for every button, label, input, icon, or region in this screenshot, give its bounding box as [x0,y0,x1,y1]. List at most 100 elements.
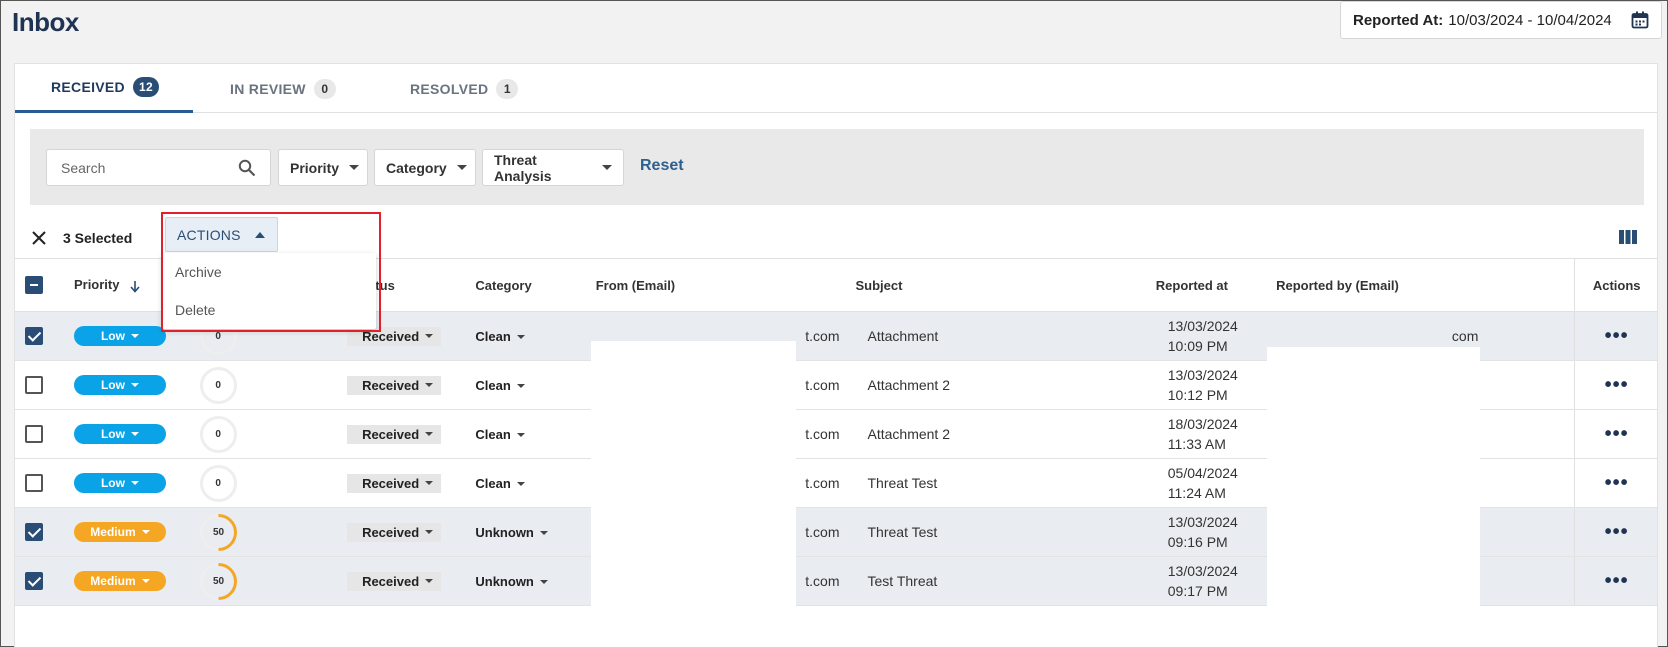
priority-badge-label: Low [100,378,125,392]
reset-filters-link[interactable]: Reset [640,157,684,175]
reported-at-cell: 18/03/2024 11:33 AM [1145,409,1267,459]
category-cell: Clean [465,360,586,410]
priority-badge[interactable]: Medium [73,571,166,591]
more-options-icon[interactable]: ••• [1605,374,1629,396]
menu-item-delete[interactable]: Delete [162,291,376,329]
row-checkbox[interactable] [25,376,43,395]
caret-down-icon [141,579,150,583]
category-header[interactable]: Category [465,258,586,312]
status-dropdown[interactable]: Received [347,375,442,395]
menu-item-archive[interactable]: Archive [162,253,376,291]
status-dropdown[interactable]: Received [347,571,442,591]
category-dropdown[interactable]: Unknown [475,574,548,589]
reported-at-cell: 13/03/2024 09:16 PM [1145,507,1267,557]
from-email: t.com [805,524,840,540]
date-range-value: 10/03/2024 - 10/04/2024 [1448,11,1612,29]
priority-cell: Low [63,409,190,459]
subject-cell: Attachment [845,311,1146,361]
priority-filter-dropdown[interactable]: Priority [278,149,368,186]
threat-score-gauge: 0 [199,415,237,453]
row-select-cell [15,458,64,508]
threat-analysis-filter-dropdown[interactable]: Threat Analysis [482,149,624,186]
priority-badge-label: Low [100,329,125,343]
status-cell: Received [345,409,466,459]
priority-badge[interactable]: Low [73,375,166,395]
subject-text[interactable]: Attachment 2 [868,377,951,393]
tab-count-badge: 0 [313,78,336,99]
priority-cell: Medium [63,556,190,606]
reported-date: 05/04/2024 [1167,465,1238,481]
subject-text[interactable]: Attachment 2 [868,426,951,442]
subject-text[interactable]: Threat Test [868,524,938,540]
actions-button[interactable]: ACTIONS [165,217,278,252]
row-checkbox[interactable] [25,425,43,444]
category-value: Unknown [475,525,534,540]
status-dropdown[interactable]: Received [347,326,442,346]
caret-down-icon [539,530,548,535]
row-checkbox[interactable] [25,474,43,493]
category-dropdown[interactable]: Clean [475,378,525,393]
tab-label: IN REVIEW [230,80,306,97]
more-options-icon[interactable]: ••• [1605,472,1629,494]
tab-in-review[interactable]: IN REVIEW 0 [230,64,336,113]
caret-down-icon [425,334,434,338]
category-dropdown[interactable]: Clean [475,427,525,442]
row-checkbox[interactable] [25,523,43,542]
category-filter-dropdown[interactable]: Category [374,149,476,186]
caret-down-icon [425,481,434,485]
from-header[interactable]: From (Email) [585,258,846,312]
status-dropdown[interactable]: Received [347,424,442,444]
columns-icon[interactable] [1619,229,1637,245]
threat-score-value: 0 [215,477,221,489]
row-checkbox[interactable] [25,572,43,591]
more-options-icon[interactable]: ••• [1605,570,1629,592]
reported-by-header[interactable]: Reported by (Email) [1266,258,1575,312]
subject-cell: Threat Test [845,507,1146,557]
tab-label: RESOLVED [410,80,489,97]
select-all-checkbox[interactable] [25,276,43,294]
tab-received[interactable]: RECEIVED 12 [15,64,193,113]
reported-at-cell: 13/03/2024 09:17 PM [1145,556,1267,606]
subject-text[interactable]: Attachment [868,328,939,344]
search-icon[interactable] [238,159,256,177]
priority-badge[interactable]: Low [73,424,166,444]
category-dropdown[interactable]: Clean [475,476,525,491]
search-input[interactable]: Search [46,149,271,186]
status-value: Received [362,328,420,344]
actions-header: Actions [1574,258,1657,312]
more-options-icon[interactable]: ••• [1605,521,1629,543]
subject-cell: Attachment 2 [845,360,1146,410]
more-options-icon[interactable]: ••• [1605,325,1629,347]
subject-cell: Test Threat [845,556,1146,606]
threat-score-value: 0 [215,428,221,440]
from-email: t.com [805,328,840,344]
selected-count: 3 Selected [63,230,133,246]
reported-time: 11:24 AM [1167,485,1226,501]
reported-at-header[interactable]: Reported at [1145,258,1267,312]
actions-menu: Archive Delete [162,253,376,329]
date-range-picker[interactable]: Reported At: 10/03/2024 - 10/04/2024 [1340,1,1662,39]
priority-badge-label: Low [100,476,125,490]
status-dropdown[interactable]: Received [347,522,442,542]
calendar-icon[interactable] [1631,11,1649,29]
subject-text[interactable]: Test Threat [868,573,938,589]
threat-score-value: 50 [212,526,224,538]
row-checkbox[interactable] [25,327,43,346]
close-icon[interactable] [31,230,47,246]
category-value: Clean [475,476,511,491]
tab-resolved[interactable]: RESOLVED 1 [410,64,519,113]
subject-header[interactable]: Subject [845,258,1146,312]
from-header-label: From (Email) [595,277,676,293]
priority-badge[interactable]: Low [73,473,166,493]
caret-down-icon [456,165,467,170]
category-dropdown[interactable]: Clean [475,329,525,344]
status-dropdown[interactable]: Received [347,473,442,493]
priority-badge[interactable]: Low [73,326,166,346]
priority-badge[interactable]: Medium [73,522,166,542]
more-options-icon[interactable]: ••• [1605,423,1629,445]
caret-up-icon [254,231,265,238]
caret-down-icon [539,579,548,584]
category-dropdown[interactable]: Unknown [475,525,548,540]
row-select-cell [15,409,64,459]
subject-text[interactable]: Threat Test [868,475,938,491]
